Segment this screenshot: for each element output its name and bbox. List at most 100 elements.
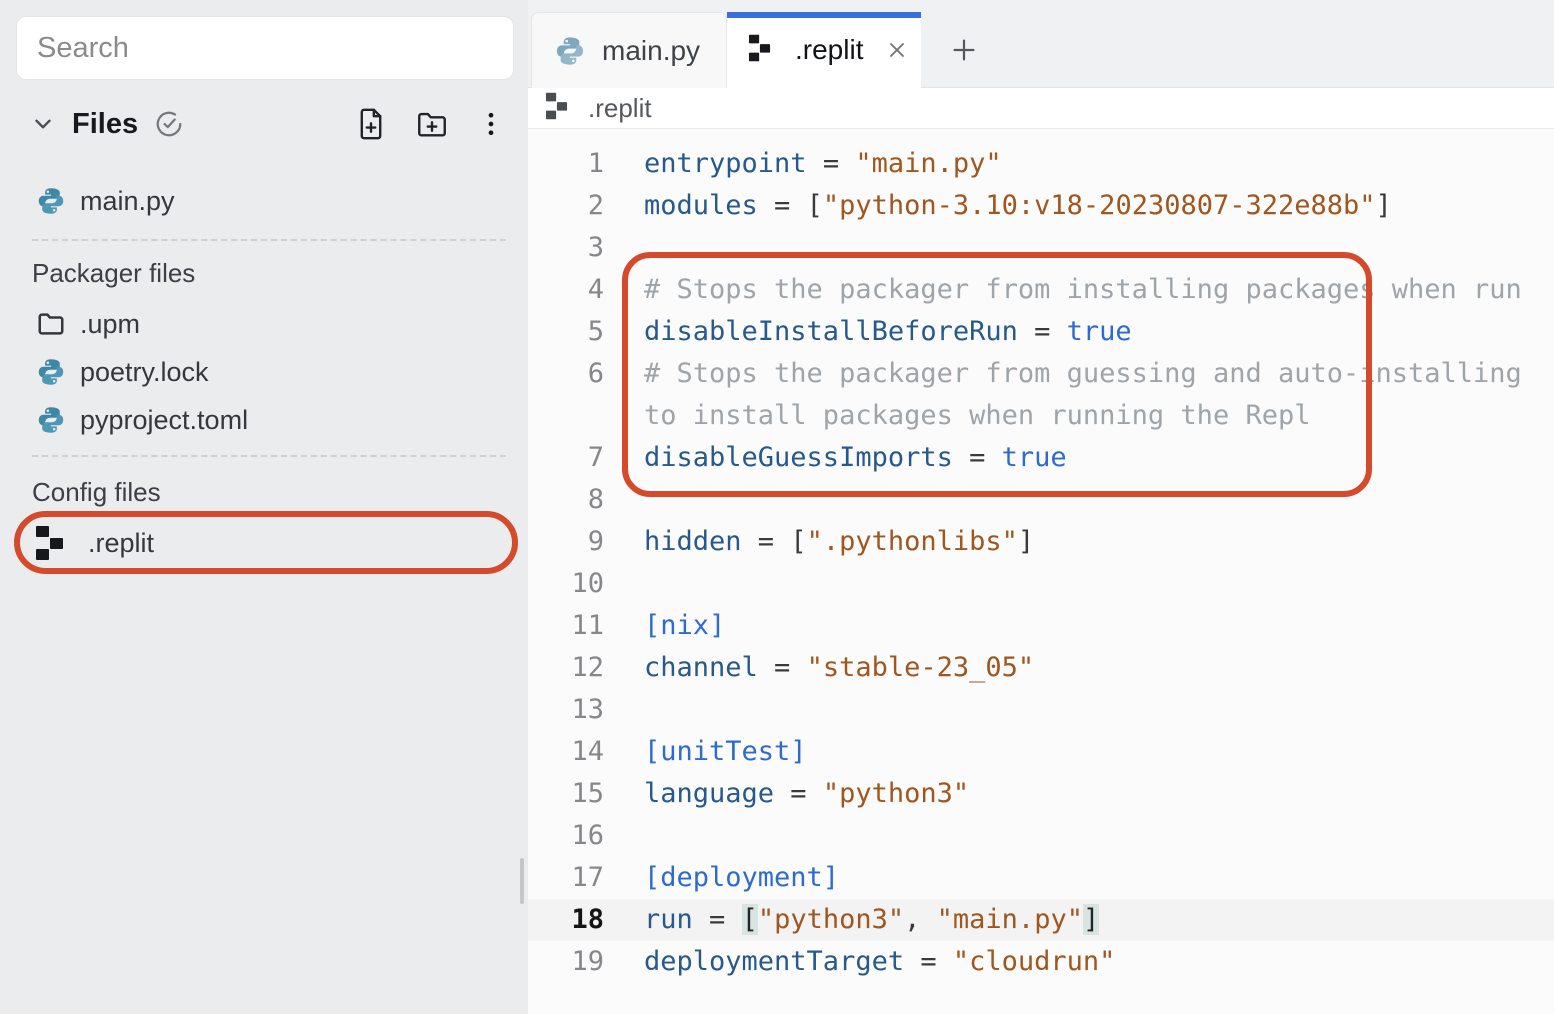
line-number: 2: [528, 185, 604, 227]
line-text: to install packages when running the Rep…: [644, 395, 1310, 437]
search-input[interactable]: [17, 17, 513, 79]
tab-replit[interactable]: .replit: [727, 12, 921, 88]
replit-icon: [749, 31, 779, 70]
line-text: hidden = [".pythonlibs"]: [644, 521, 1034, 563]
replit-workspace: Files main.py Packag: [0, 0, 1554, 1014]
python-icon: [36, 186, 66, 216]
code-line[interactable]: 18 run = ["python3", "main.py"]: [528, 899, 1554, 941]
sidebar-item-poetry-lock[interactable]: poetry.lock: [0, 349, 528, 395]
code-line[interactable]: 17 [deployment]: [528, 857, 1554, 899]
close-icon[interactable]: [885, 38, 909, 62]
code-line[interactable]: 2 modules = ["python-3.10:v18-20230807-32…: [528, 185, 1554, 227]
divider: [32, 239, 506, 241]
code-line[interactable]: 9 hidden = [".pythonlibs"]: [528, 521, 1554, 563]
replit-icon: [36, 528, 66, 558]
line-number: 10: [528, 563, 604, 605]
sidebar-item-replit[interactable]: .replit: [0, 518, 528, 568]
line-number: 1: [528, 143, 604, 185]
sidebar-item-pyproject-toml[interactable]: pyproject.toml: [0, 397, 528, 443]
sidebar-scrollbar[interactable]: [520, 858, 524, 904]
line-number: 13: [528, 689, 604, 731]
python-icon: [36, 405, 66, 435]
code-line[interactable]: 4 # Stops the packager from installing pa…: [528, 269, 1554, 311]
breadcrumb: .replit: [528, 88, 1554, 129]
files-section-header[interactable]: Files: [0, 101, 528, 147]
line-text: disableGuessImports = true: [644, 437, 1067, 479]
line-text: deploymentTarget = "cloudrun": [644, 941, 1115, 983]
line-number: 14: [528, 731, 604, 773]
check-circle-icon: [154, 109, 184, 139]
line-number: 18: [528, 899, 604, 941]
line-number: [528, 395, 604, 437]
code-line[interactable]: 8: [528, 479, 1554, 521]
code-rows: 1entrypoint = "main.py"2 modules = ["pyth…: [528, 143, 1554, 983]
kebab-menu-icon[interactable]: [476, 107, 506, 141]
files-section-title: Files: [72, 108, 138, 141]
file-name: pyproject.toml: [80, 405, 248, 436]
tab-label: main.py: [602, 35, 700, 67]
sidebar-item-upm[interactable]: .upm: [0, 301, 528, 347]
line-text: # Stops the packager from guessing and a…: [644, 353, 1522, 395]
code-line[interactable]: 10: [528, 563, 1554, 605]
code-line[interactable]: 3: [528, 227, 1554, 269]
file-name: main.py: [80, 186, 175, 217]
code-line[interactable]: 1entrypoint = "main.py": [528, 143, 1554, 185]
chevron-down-icon[interactable]: [30, 111, 56, 137]
line-text: [unitTest]: [644, 731, 807, 773]
plus-icon: [949, 35, 979, 65]
line-number: 8: [528, 479, 604, 521]
line-text: disableInstallBeforeRun = true: [644, 311, 1132, 353]
line-number: 17: [528, 857, 604, 899]
line-number: 12: [528, 647, 604, 689]
line-number: 16: [528, 815, 604, 857]
code-line[interactable]: 5 disableInstallBeforeRun = true: [528, 311, 1554, 353]
line-text: [deployment]: [644, 857, 839, 899]
code-line[interactable]: 13: [528, 689, 1554, 731]
line-text: # Stops the packager from installing pac…: [644, 269, 1522, 311]
breadcrumb-file: .replit: [588, 93, 652, 124]
tab-main-py[interactable]: main.py: [531, 12, 727, 88]
line-number: 5: [528, 311, 604, 353]
line-number: 11: [528, 605, 604, 647]
new-file-button[interactable]: [354, 107, 388, 141]
config-files-label: Config files: [32, 477, 161, 508]
line-number: 6: [528, 353, 604, 395]
code-line[interactable]: 15 language = "python3": [528, 773, 1554, 815]
line-number: 9: [528, 521, 604, 563]
file-name: poetry.lock: [80, 357, 209, 388]
file-name: .upm: [80, 309, 140, 340]
line-number: 15: [528, 773, 604, 815]
new-folder-button[interactable]: [414, 107, 450, 141]
line-number: 19: [528, 941, 604, 983]
packager-files-label: Packager files: [32, 258, 195, 289]
replit-icon: [546, 89, 576, 128]
line-text: language = "python3": [644, 773, 969, 815]
line-number: 3: [528, 227, 604, 269]
line-text: channel = "stable-23_05": [644, 647, 1034, 689]
python-icon: [36, 357, 66, 387]
line-text: run = ["python3", "main.py"]: [644, 899, 1099, 941]
new-tab-button[interactable]: [940, 26, 988, 74]
code-line[interactable]: 14 [unitTest]: [528, 731, 1554, 773]
active-tab-indicator: [727, 12, 921, 18]
code-editor[interactable]: 1entrypoint = "main.py"2 modules = ["pyth…: [528, 129, 1554, 1014]
search-box: [16, 16, 514, 80]
python-icon: [554, 35, 586, 67]
divider: [32, 455, 506, 457]
code-line[interactable]: 11 [nix]: [528, 605, 1554, 647]
code-line[interactable]: 7 disableGuessImports = true: [528, 437, 1554, 479]
line-text: modules = ["python-3.10:v18-20230807-322…: [644, 185, 1392, 227]
tab-label: .replit: [795, 34, 863, 66]
file-name: .replit: [88, 528, 154, 559]
line-number: 7: [528, 437, 604, 479]
code-line[interactable]: 12 channel = "stable-23_05": [528, 647, 1554, 689]
code-line[interactable]: 19 deploymentTarget = "cloudrun": [528, 941, 1554, 983]
line-number: 4: [528, 269, 604, 311]
code-line[interactable]: 6 # Stops the packager from guessing and …: [528, 353, 1554, 395]
sidebar-item-main-py[interactable]: main.py: [0, 178, 528, 224]
folder-icon: [36, 309, 66, 339]
line-text: [nix]: [644, 605, 725, 647]
code-line[interactable]: to install packages when running the Rep…: [528, 395, 1554, 437]
code-line[interactable]: 16: [528, 815, 1554, 857]
file-sidebar: Files main.py Packag: [0, 0, 528, 1014]
